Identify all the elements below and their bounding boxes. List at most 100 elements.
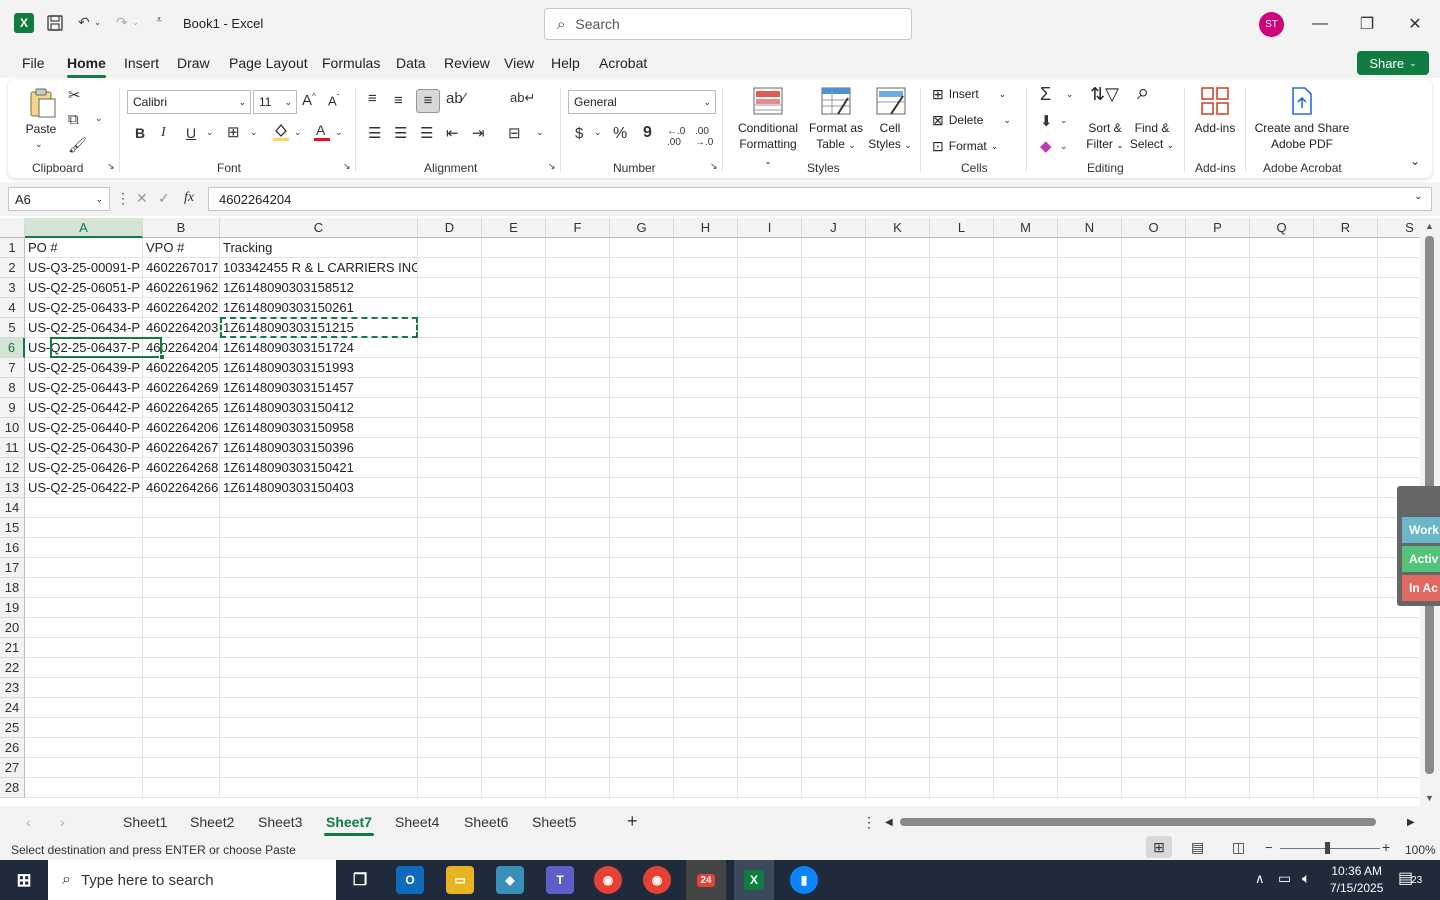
format-as-table-icon[interactable] (820, 86, 852, 118)
cell-b7[interactable]: 4602264205 (143, 358, 220, 378)
network-icon[interactable]: ▭ (1278, 870, 1291, 887)
align-right-icon[interactable]: ☰ (420, 124, 433, 142)
add-ins-button[interactable]: Add-ins (1190, 120, 1240, 136)
row-header-6[interactable]: 6 (0, 338, 25, 358)
align-top-icon[interactable]: ≡ (368, 90, 377, 107)
row-header-16[interactable]: 16 (0, 538, 25, 558)
row-header-23[interactable]: 23 (0, 678, 25, 698)
font-name-combo[interactable]: Calibri ⌄ (127, 90, 251, 114)
cell-b11[interactable]: 4602264267 (143, 438, 220, 458)
row-header-25[interactable]: 25 (0, 718, 25, 738)
tab-draw[interactable]: Draw (177, 55, 210, 71)
cell-c13[interactable]: 1Z6148090303150403 (220, 478, 418, 498)
column-header-d[interactable]: D (418, 218, 482, 238)
tab-review[interactable]: Review (444, 55, 490, 71)
prev-sheet-icon[interactable]: ‹ (26, 814, 31, 830)
cell-b10[interactable]: 4602264206 (143, 418, 220, 438)
row-header-24[interactable]: 24 (0, 698, 25, 718)
cell-a4[interactable]: US-Q2-25-06433-P (25, 298, 143, 318)
bold-button[interactable]: B (135, 125, 145, 141)
spreadsheet-grid[interactable]: A B C D E F G H I J K L M N O P Q R S 1 2 3 4 5 6 7 8 9 10 11 12 13 14 15… (0, 218, 1420, 806)
row-header-26[interactable]: 26 (0, 738, 25, 758)
side-panel-item-inactive[interactable]: In Ac (1402, 575, 1440, 601)
volume-icon[interactable]: 🔈︎ (1302, 870, 1310, 887)
redo-icon[interactable]: ↷ ⌄ (116, 14, 139, 31)
merge-center-icon[interactable]: ⊟ (508, 124, 521, 142)
column-header-n[interactable]: N (1058, 218, 1122, 238)
font-size-combo[interactable]: 11 ⌄ (253, 90, 297, 114)
zoho-app-icon[interactable]: 24 (686, 860, 726, 900)
underline-dropdown-icon[interactable]: ⌄ (206, 127, 214, 138)
decrease-decimal-icon[interactable]: .00 →.0 (695, 126, 713, 148)
paste-dropdown-icon[interactable]: ⌄ (35, 136, 43, 152)
fill-color-icon[interactable] (272, 122, 290, 146)
formula-input[interactable]: 4602264204 (208, 187, 1432, 211)
underline-button[interactable]: U (186, 125, 196, 141)
fill-handle[interactable] (159, 354, 165, 360)
column-header-s[interactable]: S (1378, 218, 1420, 238)
zoom-in-icon[interactable]: + (1382, 839, 1390, 855)
paste-button[interactable]: Paste (24, 121, 58, 137)
insert-function-button[interactable]: fx (184, 190, 194, 206)
add-ins-icon[interactable] (1199, 86, 1231, 118)
select-all-corner[interactable] (0, 218, 25, 238)
create-pdf-icon[interactable] (1288, 86, 1316, 118)
show-hidden-icons-icon[interactable]: ∧ (1255, 871, 1265, 887)
tab-data[interactable]: Data (396, 55, 426, 71)
expand-formula-icon[interactable]: ⌄ (1414, 191, 1422, 202)
row-header-18[interactable]: 18 (0, 578, 25, 598)
excel-taskbar-icon[interactable]: X (734, 860, 774, 900)
side-panel-item-active[interactable]: Activ (1402, 546, 1440, 572)
undo-icon[interactable]: ↶ ⌄ (78, 14, 101, 31)
currency-button[interactable]: $ (575, 125, 583, 142)
start-icon[interactable]: ⊞ (10, 866, 38, 894)
tab-sheet7[interactable]: Sheet7 (324, 814, 374, 836)
task-view-icon[interactable]: ❐ (346, 866, 374, 894)
column-header-i[interactable]: I (738, 218, 802, 238)
cell-b1[interactable]: VPO # (143, 238, 220, 258)
tab-sheet2[interactable]: Sheet2 (190, 814, 234, 830)
cell-styles-button[interactable]: Cell Styles ⌄ (866, 120, 914, 153)
tab-file[interactable]: File (22, 55, 45, 71)
comma-button[interactable]: 9 (643, 124, 652, 142)
fill-icon[interactable]: ⬇ (1040, 112, 1053, 130)
row-header-20[interactable]: 20 (0, 618, 25, 638)
cell-a11[interactable]: US-Q2-25-06430-P (25, 438, 143, 458)
column-header-k[interactable]: K (866, 218, 930, 238)
page-layout-view-icon[interactable]: ▤ (1191, 839, 1204, 856)
copy-dropdown-icon[interactable]: ⌄ (95, 113, 103, 124)
row-header-11[interactable]: 11 (0, 438, 25, 458)
cell-b9[interactable]: 4602264265 (143, 398, 220, 418)
find-select-button[interactable]: Find & Select ⌄ (1128, 120, 1176, 153)
outlook-icon[interactable]: O (396, 866, 424, 894)
merge-dropdown-icon[interactable]: ⌄ (536, 127, 544, 138)
cell-c2[interactable]: 103342455 R & L CARRIERS INC. (220, 258, 418, 278)
tab-sheet3[interactable]: Sheet3 (258, 814, 302, 830)
font-color-icon[interactable]: A (313, 122, 331, 146)
decrease-font-icon[interactable]: Aˇ (328, 93, 339, 108)
cell-a1[interactable]: PO # (25, 238, 143, 258)
autosum-dropdown-icon[interactable]: ⌄ (1066, 89, 1074, 100)
row-header-27[interactable]: 27 (0, 758, 25, 778)
insert-cells-button[interactable]: ⊞ Insert ⌄ (932, 86, 1006, 102)
row-header-19[interactable]: 19 (0, 598, 25, 618)
row-header-28[interactable]: 28 (0, 778, 25, 798)
sort-filter-icon[interactable]: ⇅▽ (1090, 85, 1119, 103)
number-format-combo[interactable]: General ⌄ (568, 90, 716, 114)
align-center-icon[interactable]: ☰ (394, 124, 407, 142)
chrome-icon[interactable]: ◉ (594, 866, 622, 894)
page-break-view-icon[interactable]: ◫ (1232, 839, 1245, 856)
tab-sheet1[interactable]: Sheet1 (123, 814, 167, 830)
tab-help[interactable]: Help (551, 55, 580, 71)
wrap-text-icon[interactable]: ab↵ (510, 90, 535, 106)
paste-icon[interactable] (24, 86, 60, 120)
cell-c11[interactable]: 1Z6148090303150396 (220, 438, 418, 458)
tab-sheet5[interactable]: Sheet5 (532, 814, 576, 830)
cell-a8[interactable]: US-Q2-25-06443-P (25, 378, 143, 398)
conditional-formatting-icon[interactable] (751, 86, 785, 118)
zoom-out-icon[interactable]: − (1265, 840, 1273, 855)
increase-decimal-icon[interactable]: ←.0.00 (667, 126, 685, 148)
tab-formulas[interactable]: Formulas (322, 55, 380, 71)
borders-dropdown-icon[interactable]: ⌄ (250, 127, 258, 138)
align-middle-icon[interactable]: ≡ (394, 92, 403, 109)
